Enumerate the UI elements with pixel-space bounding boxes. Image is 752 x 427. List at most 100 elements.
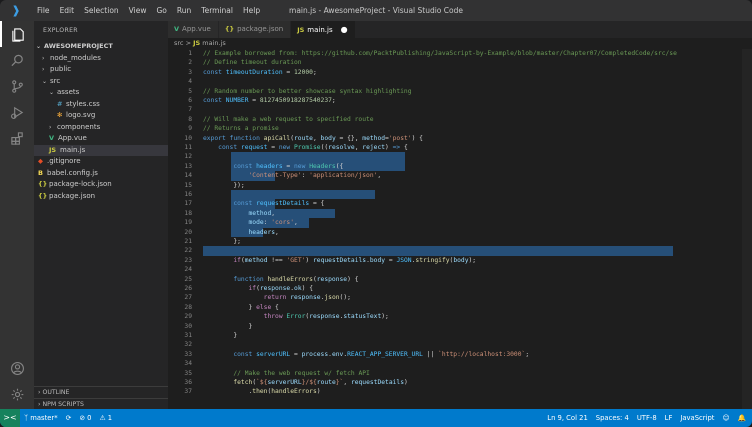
run-debug-icon[interactable] bbox=[0, 99, 34, 125]
code-line[interactable]: 6 const NUMBER = 8127450918287540237; bbox=[168, 96, 752, 105]
tree-item-assets[interactable]: ⌄ assets bbox=[34, 87, 168, 98]
encoding[interactable]: UTF-8 bbox=[637, 409, 657, 427]
code-line[interactable]: 30 } bbox=[168, 322, 752, 331]
line-number: 6 bbox=[188, 97, 192, 104]
code-line[interactable]: 24 bbox=[168, 265, 752, 274]
menu-selection[interactable]: Selection bbox=[79, 0, 124, 21]
breadcrumb-folder[interactable]: src bbox=[174, 39, 184, 47]
branch-indicator[interactable]: ᛉ master* bbox=[24, 409, 58, 427]
code-line[interactable]: 17 const requestDetails = { bbox=[168, 199, 752, 209]
unsaved-dot-icon[interactable]: ● bbox=[341, 21, 348, 38]
code-line[interactable]: 8 // Will make a web request to specified… bbox=[168, 115, 752, 124]
explorer-header: EXPLORER bbox=[43, 27, 78, 34]
code-line[interactable]: 36 fetch(`${serverURL}/${route}`, reques… bbox=[168, 378, 752, 387]
code-line[interactable]: 14 'Content-Type': 'application/json', bbox=[168, 171, 752, 181]
menu-view[interactable]: View bbox=[124, 0, 152, 21]
search-icon[interactable] bbox=[0, 47, 34, 73]
code-line[interactable]: 23 if(method !== 'GET') requestDetails.b… bbox=[168, 256, 752, 265]
code-text: const NUMBER = 8127450918287540237; bbox=[203, 97, 336, 104]
tree-item-styles-css[interactable]: # styles.css bbox=[34, 99, 168, 110]
explorer-icon[interactable] bbox=[0, 21, 34, 47]
line-ending[interactable]: LF bbox=[665, 409, 673, 427]
code-text: }; bbox=[203, 238, 241, 245]
code-line[interactable]: 28 } else { bbox=[168, 303, 752, 312]
tree-item-package-json[interactable]: {} package.json bbox=[34, 191, 168, 202]
source-control-icon[interactable] bbox=[0, 73, 34, 99]
line-number: 37 bbox=[184, 388, 192, 396]
code-line[interactable]: 4 bbox=[168, 77, 752, 86]
code-line[interactable]: 33 const serverURL = process.env.REACT_A… bbox=[168, 350, 752, 359]
editor-scrollbar[interactable] bbox=[742, 49, 752, 409]
tree-item-components[interactable]: › components bbox=[34, 122, 168, 133]
npm-scripts-section[interactable]: › NPM SCRIPTS bbox=[34, 398, 168, 409]
explorer-sidebar: EXPLORER ⌄ AWESOMEPROJECT › node_modules ›… bbox=[34, 21, 168, 409]
code-line[interactable]: 16 bbox=[168, 190, 752, 200]
code-line[interactable]: 1 // Example borrowed from: https://githu… bbox=[168, 49, 752, 58]
code-line[interactable]: 9 // Returns a promise bbox=[168, 124, 752, 133]
tree-item-public[interactable]: › public bbox=[34, 64, 168, 75]
code-line[interactable]: 3 const timeoutDuration = 12000; bbox=[168, 68, 752, 77]
breadcrumb-file[interactable]: main.js bbox=[202, 39, 226, 47]
code-line[interactable]: 34 bbox=[168, 359, 752, 368]
code-line[interactable]: 32 bbox=[168, 340, 752, 349]
indentation[interactable]: Spaces: 4 bbox=[596, 409, 629, 427]
code-line[interactable]: 5 // Random number to better showcase syn… bbox=[168, 87, 752, 96]
menu-file[interactable]: File bbox=[32, 0, 55, 21]
tree-item-package-lock-json[interactable]: {} package-lock.json bbox=[34, 179, 168, 190]
tree-item-src[interactable]: ⌄ src bbox=[34, 76, 168, 87]
menu-go[interactable]: Go bbox=[151, 0, 171, 21]
code-line[interactable]: 15 }); bbox=[168, 181, 752, 190]
line-number: 25 bbox=[184, 275, 192, 283]
line-number: 9 bbox=[188, 125, 192, 133]
code-line[interactable]: 7 bbox=[168, 105, 752, 114]
bell-icon[interactable]: 🔔 bbox=[738, 409, 746, 427]
code-line[interactable]: 19 mode: 'cors', bbox=[168, 218, 752, 228]
menu-run[interactable]: Run bbox=[172, 0, 196, 21]
menu-help[interactable]: Help bbox=[238, 0, 265, 21]
code-line[interactable]: 11 const request = new Promise((resolve,… bbox=[168, 143, 752, 152]
tab-main-js[interactable]: JS main.js ● bbox=[291, 21, 356, 38]
code-line[interactable]: 29 throw Error(response.statusText); bbox=[168, 312, 752, 321]
code-line[interactable]: 21 }; bbox=[168, 237, 752, 246]
tree-item-main-js[interactable]: JS main.js bbox=[34, 144, 168, 156]
code-line[interactable]: 20 headers, bbox=[168, 227, 752, 237]
code-line[interactable]: 27 return response.json(); bbox=[168, 293, 752, 302]
project-root[interactable]: ⌄ AWESOMEPROJECT bbox=[34, 41, 168, 52]
smiley-icon[interactable]: ☺ bbox=[722, 409, 729, 427]
status-bar: >< ᛉ master* ⟳ ⊘ 0 ⚠ 1 Ln 9, Col 21 Spac… bbox=[0, 409, 752, 427]
tree-item-gitignore[interactable]: ◆ .gitignore bbox=[34, 156, 168, 167]
code-editor[interactable]: 1 // Example borrowed from: https://githu… bbox=[168, 49, 752, 409]
language-mode[interactable]: JavaScript bbox=[680, 409, 714, 427]
sync-icon[interactable]: ⟳ bbox=[66, 409, 72, 427]
settings-gear-icon[interactable] bbox=[0, 381, 34, 407]
line-number: 14 bbox=[184, 172, 192, 180]
code-line[interactable]: 13 const headers = new Headers({ bbox=[168, 161, 752, 172]
remote-icon[interactable]: >< bbox=[0, 409, 20, 427]
code-line[interactable]: 26 if(response.ok) { bbox=[168, 284, 752, 293]
tree-item-app-vue[interactable]: V App.vue bbox=[34, 133, 168, 144]
code-line[interactable]: 35 // Make the web request w/ fetch API bbox=[168, 369, 752, 378]
menu-terminal[interactable]: Terminal bbox=[196, 0, 238, 21]
code-line[interactable]: 10 export function apiCall(route, body = … bbox=[168, 134, 752, 143]
chevron-down-icon: ⌄ bbox=[49, 89, 55, 96]
outline-section[interactable]: › OUTLINE bbox=[34, 386, 168, 397]
tab-package-json[interactable]: {} package.json bbox=[218, 21, 292, 38]
warning-count[interactable]: ⚠ 1 bbox=[100, 409, 113, 427]
code-line[interactable]: 2 // Define timeout duration bbox=[168, 58, 752, 67]
tree-item-babel-config[interactable]: Bbabel.config.js bbox=[34, 168, 168, 179]
menu-edit[interactable]: Edit bbox=[55, 0, 80, 21]
tree-item-logo-svg[interactable]: ✻ logo.svg bbox=[34, 110, 168, 121]
code-text: // Define timeout duration bbox=[203, 59, 302, 67]
code-line[interactable]: 37 .then(handleErrors) bbox=[168, 387, 752, 396]
extensions-icon[interactable] bbox=[0, 125, 34, 151]
tab-app-vue[interactable]: V App.vue bbox=[168, 21, 219, 38]
tree-item-node-modules[interactable]: › node_modules bbox=[34, 53, 168, 64]
code-line[interactable]: 22 bbox=[168, 246, 752, 256]
code-line[interactable]: 31 } bbox=[168, 331, 752, 340]
code-line[interactable]: 25 function handleErrors(response) { bbox=[168, 275, 752, 284]
code-line[interactable]: 12 bbox=[168, 152, 752, 162]
cursor-position[interactable]: Ln 9, Col 21 bbox=[547, 409, 588, 427]
error-count[interactable]: ⊘ 0 bbox=[79, 409, 91, 427]
account-icon[interactable] bbox=[0, 355, 34, 381]
code-line[interactable]: 18 method, bbox=[168, 208, 752, 219]
